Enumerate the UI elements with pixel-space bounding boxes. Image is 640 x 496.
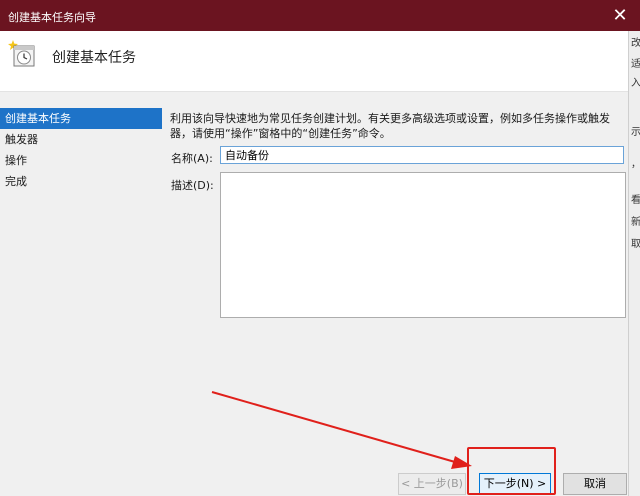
annotation-arrow-icon bbox=[211, 391, 472, 469]
